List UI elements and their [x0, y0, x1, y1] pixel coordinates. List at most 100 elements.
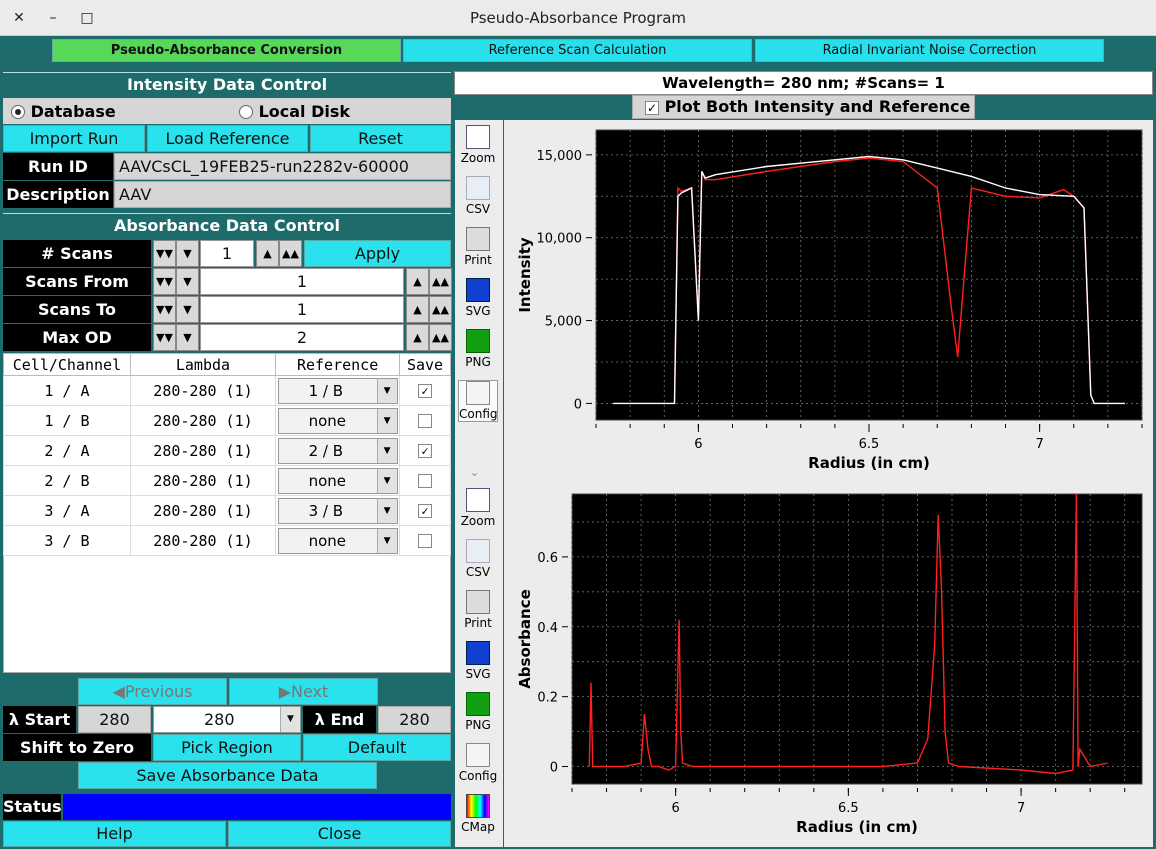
load-reference-button[interactable]: Load Reference Scan [147, 125, 308, 173]
previous-button[interactable]: ◀Previous [78, 678, 227, 705]
png-tool-button[interactable]: PNG [458, 329, 498, 369]
lambda-select[interactable]: 280 ▼ [153, 706, 301, 733]
print-icon [466, 227, 490, 251]
intensity-plot[interactable]: 6 6.5 7 0 5,000 10,000 15,000 Radius (in cm) Int… [504, 120, 1153, 476]
reference-select[interactable]: none ▼ [277, 407, 398, 434]
import-run-button[interactable]: Import Run [3, 125, 145, 152]
max-od-down-button[interactable]: ▼ [176, 324, 199, 351]
reference-select[interactable]: 3 / B ▼ [277, 497, 398, 524]
scans-to-fast-down-button[interactable]: ▼▼ [153, 296, 176, 323]
description-field: AAV [114, 181, 451, 208]
reference-select[interactable]: 2 / B ▼ [277, 437, 398, 464]
print-tool-button[interactable]: Print [458, 227, 498, 267]
scans-from-up-button[interactable]: ▲ [406, 268, 429, 295]
radio-database[interactable]: Database [11, 102, 116, 121]
reference-select[interactable]: 1 / B ▼ [277, 377, 398, 404]
save-checkbox[interactable]: ✓ [418, 504, 433, 518]
max-od-fast-up-button[interactable]: ▲▲ [429, 324, 452, 351]
help-button[interactable]: Help [3, 821, 226, 847]
scans-to-down-button[interactable]: ▼ [176, 296, 199, 323]
max-od-fast-down-button[interactable]: ▼▼ [153, 324, 176, 351]
save-absorbance-button[interactable]: Save Absorbance Data [78, 762, 377, 789]
col-save: Save [399, 353, 451, 376]
cmap-tool-label: CMap [461, 820, 495, 834]
y-axis-label: Intensity [516, 237, 534, 313]
scans-from-input[interactable]: 1 [200, 268, 404, 295]
scans-from-down-button[interactable]: ▼ [176, 268, 199, 295]
nscans-up-button[interactable]: ▲ [256, 240, 279, 267]
chevron-down-icon[interactable]: ▼ [376, 408, 397, 433]
plot-info-banner: Wavelength= 280 nm; #Scans= 1 [454, 71, 1153, 95]
nscans-fast-up-button[interactable]: ▲▲ [279, 240, 302, 267]
reference-value: none [308, 471, 347, 490]
scans-to-fast-up-button[interactable]: ▲▲ [429, 296, 452, 323]
chevron-down-icon[interactable]: ▼ [280, 707, 300, 732]
col-lambda: Lambda [129, 353, 277, 376]
radio-local-disk[interactable]: Local Disk [239, 102, 350, 121]
chevron-down-icon[interactable]: ▼ [376, 438, 397, 463]
scans-to-input[interactable]: 1 [200, 296, 404, 323]
pick-region-button[interactable]: Pick Region [153, 734, 301, 761]
scans-from-fast-up-button[interactable]: ▲▲ [429, 268, 452, 295]
reference-value: none [308, 531, 347, 550]
zoom-tool-label: Zoom [460, 151, 496, 165]
save-checkbox[interactable] [418, 474, 433, 488]
chevron-down-icon[interactable]: ▼ [376, 528, 397, 553]
reference-select[interactable]: none ▼ [277, 527, 398, 554]
absorbance-plot[interactable]: 6 6.5 7 0 0.2 0.4 0.6 Radius (in cm) Absorbance [504, 484, 1153, 840]
max-od-input[interactable]: 2 [200, 324, 404, 351]
tab-pseudo-absorbance[interactable]: Pseudo-Absorbance Conversion [52, 39, 401, 62]
config-icon [466, 381, 490, 405]
plot-both-checkbox[interactable]: ✓ Plot Both Intensity and Reference scan… [632, 95, 975, 138]
chevron-down-icon[interactable]: ▼ [376, 468, 397, 493]
scans-from-fast-down-button[interactable]: ▼▼ [153, 268, 176, 295]
svg-tool-button[interactable]: SVG [458, 278, 498, 318]
nscans-fast-down-button[interactable]: ▼▼ [153, 240, 176, 267]
nscans-label: # Scans [3, 240, 151, 267]
csv-icon [466, 539, 490, 563]
zoom-tool-button[interactable]: Zoom [458, 125, 498, 165]
tab-reference-scan[interactable]: Reference Scan Calculation [403, 39, 752, 62]
cell-save [399, 465, 451, 496]
cell-channel: 3 / B [3, 525, 131, 556]
scans-to-up-button[interactable]: ▲ [406, 296, 429, 323]
next-button[interactable]: ▶Next [229, 678, 378, 705]
cell-reference: none ▼ [275, 465, 401, 496]
x-tick-label: 7 [1035, 437, 1043, 452]
save-checkbox[interactable]: ✓ [418, 444, 433, 458]
apply-button[interactable]: Apply [304, 240, 451, 267]
svg-tool-button[interactable]: SVG [458, 641, 498, 681]
chevron-down-icon[interactable]: ▼ [376, 378, 397, 403]
cell-lambda: 280-280 (1) [129, 405, 277, 436]
max-od-up-button[interactable]: ▲ [406, 324, 429, 351]
nscans-input[interactable]: 1 [200, 240, 254, 267]
print-tool-button[interactable]: Print [458, 590, 498, 630]
png-tool-button[interactable]: PNG [458, 692, 498, 732]
save-checkbox[interactable] [418, 414, 433, 428]
csv-tool-button[interactable]: CSV [458, 539, 498, 579]
reference-select[interactable]: none ▼ [277, 467, 398, 494]
chevron-down-icon[interactable]: ▼ [376, 498, 397, 523]
svg-icon [466, 278, 490, 302]
y-tick-label: 15,000 [537, 149, 583, 164]
save-checkbox[interactable] [418, 534, 433, 548]
csv-tool-button[interactable]: CSV [458, 176, 498, 216]
radio-unselected-icon [239, 105, 253, 119]
config-tool-button[interactable]: Config [458, 743, 498, 783]
intensity-header: Intensity Data Control [3, 72, 451, 97]
cells-table: Cell/Channel Lambda Reference Save 1 / A… [3, 353, 451, 556]
default-button[interactable]: Default [303, 734, 451, 761]
x-tick-label: 6 [671, 801, 679, 816]
reset-button[interactable]: Reset [310, 125, 451, 152]
config-tool-button[interactable]: Config [458, 380, 498, 422]
y-tick-label: 0.4 [537, 621, 558, 636]
reference-value: 1 / B [308, 381, 344, 400]
tab-radial-invariant[interactable]: Radial Invariant Noise Correction [755, 39, 1104, 62]
close-button[interactable]: Close [228, 821, 451, 847]
save-checkbox[interactable]: ✓ [418, 384, 433, 398]
zoom-tool-button[interactable]: Zoom [458, 488, 498, 528]
cmap-tool-button[interactable]: CMap [458, 794, 498, 834]
cell-channel: 2 / B [3, 465, 131, 496]
nscans-down-button[interactable]: ▼ [176, 240, 199, 267]
chevron-down-icon[interactable]: ⌄ [470, 466, 479, 479]
